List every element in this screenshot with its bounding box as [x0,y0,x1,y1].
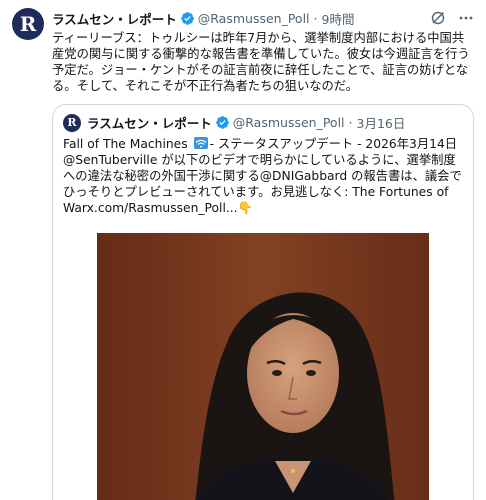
pointing-down-emoji: 👇 [237,201,253,215]
more-options-icon[interactable] [458,10,474,26]
portrait-illustration [97,233,429,500]
quote-media-image[interactable] [97,233,429,500]
quote-text-part1: Fall of The Machines [63,137,192,151]
verified-badge-icon [180,11,195,26]
header-actions [430,10,474,26]
quote-header: R ラスムセン・レポート @Rasmussen_Poll · 3月16日 [53,105,473,132]
tweet-header: ラスムセン・レポート @Rasmussen_Poll · 9時間 [52,8,474,28]
separator-dot: · [348,115,353,130]
quote-date[interactable]: 3月16日 [357,113,406,132]
quote-avatar[interactable]: R [63,113,81,132]
quote-text: Fall of The Machines - ステータスアップデート - 202… [53,132,473,216]
avatar[interactable]: R [12,8,44,40]
display-name[interactable]: ラスムセン・レポート [52,9,177,28]
tweet: R ラスムセン・レポート @Rasmussen_Poll · 9時間 ティーリー… [0,0,486,500]
timestamp[interactable]: 9時間 [322,9,355,28]
quoted-tweet[interactable]: R ラスムセン・レポート @Rasmussen_Poll · 3月16日 Fal… [52,104,474,500]
wifi-emoji-icon [193,137,208,149]
quote-handle[interactable]: @Rasmussen_Poll [233,115,345,130]
verified-badge-icon [215,115,230,130]
handle[interactable]: @Rasmussen_Poll [198,11,310,26]
tweet-text: ティーリーブス：トゥルシーは昨年7月から、選挙制度内部における中国共産党の関与に… [52,31,470,93]
grok-icon[interactable] [430,10,446,26]
tweet-content: ラスムセン・レポート @Rasmussen_Poll · 9時間 ティーリーブス… [52,8,474,94]
separator-dot: · [313,10,318,26]
quote-display-name[interactable]: ラスムセン・レポート [87,113,212,132]
